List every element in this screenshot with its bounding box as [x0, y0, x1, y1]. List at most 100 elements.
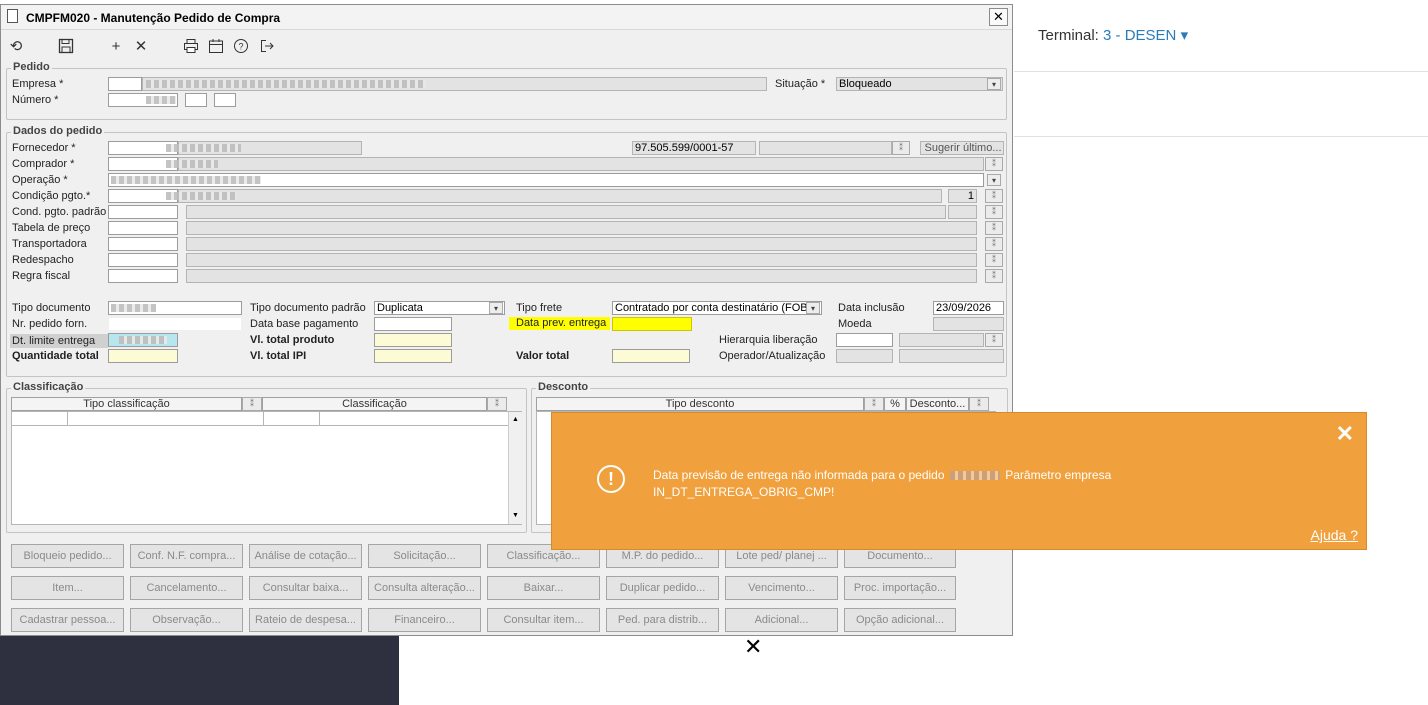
svg-text:?: ?	[238, 42, 243, 52]
action-button[interactable]: Observação...	[130, 608, 243, 632]
action-button[interactable]: Consultar baixa...	[249, 576, 362, 600]
print-icon[interactable]	[181, 38, 201, 56]
empresa-code-input[interactable]	[108, 77, 142, 91]
help-link[interactable]: Ajuda ?	[1311, 527, 1358, 543]
add-icon[interactable]: +	[106, 38, 126, 56]
chevron-down-icon[interactable]: ▾	[987, 174, 1001, 186]
valor-total-field	[612, 349, 690, 363]
operador-field	[836, 349, 893, 363]
window-close-button[interactable]: ✕	[989, 8, 1008, 26]
grid-header-desconto[interactable]: Desconto...	[906, 397, 969, 411]
grid-header-tipo-desconto[interactable]: Tipo desconto	[536, 397, 864, 411]
regra-input[interactable]	[108, 269, 178, 283]
transportadora-input[interactable]	[108, 237, 178, 251]
grid-header-tipo-classificacao[interactable]: Tipo classificação	[11, 397, 242, 411]
vl-produto-field	[374, 333, 452, 347]
classificacao-grid[interactable]: ▲ ▼	[11, 411, 522, 525]
toast-message-part1: Data previsão de entrega não informada p…	[653, 468, 945, 482]
action-button[interactable]: Bloqueio pedido...	[11, 544, 124, 568]
close-icon[interactable]: ✕	[1336, 421, 1354, 447]
blurred-text	[166, 160, 218, 168]
cond-padrao-input[interactable]	[108, 205, 178, 219]
search-icon[interactable]: ⁑	[969, 397, 989, 411]
action-button[interactable]: Proc. importação...	[844, 576, 956, 600]
blurred-text	[119, 336, 167, 344]
delete-icon[interactable]: ✕	[131, 38, 151, 56]
search-icon[interactable]: ⁑	[985, 189, 1003, 203]
action-button[interactable]: Financeiro...	[368, 608, 481, 632]
blurred-text	[166, 144, 241, 152]
grid-cell[interactable]	[264, 412, 320, 426]
action-button[interactable]: Consultar item...	[487, 608, 600, 632]
condicao-name-field	[178, 189, 942, 203]
tabela-input[interactable]	[108, 221, 178, 235]
terminal-dropdown[interactable]: 3 - DESEN ▾	[1103, 27, 1188, 44]
operacao-label: Operação *	[12, 174, 68, 186]
data-inclusao-label: Data inclusão	[838, 302, 905, 314]
grid-header-percent[interactable]: %	[884, 397, 906, 411]
chevron-down-icon[interactable]: ▾	[987, 78, 1001, 90]
action-button[interactable]: Cancelamento...	[130, 576, 243, 600]
tabela-label: Tabela de preço	[12, 222, 91, 234]
quantidade-field	[108, 349, 178, 363]
action-button[interactable]: Opção adicional...	[844, 608, 956, 632]
action-button[interactable]: Vencimento...	[725, 576, 838, 600]
data-prev-entrega-input[interactable]	[612, 317, 692, 331]
action-button[interactable]: Rateio de despesa...	[249, 608, 362, 632]
search-icon[interactable]: ⁑	[487, 397, 507, 411]
action-button[interactable]: Conf. N.F. compra...	[130, 544, 243, 568]
numero-part2-input[interactable]	[214, 93, 236, 107]
scroll-down-icon[interactable]: ▼	[512, 512, 519, 519]
numero-label: Número *	[12, 94, 59, 106]
scroll-up-icon[interactable]: ▲	[512, 416, 519, 423]
search-icon[interactable]: ⁑	[985, 253, 1003, 267]
search-icon[interactable]: ⁑	[242, 397, 262, 411]
grid-header-classificacao[interactable]: Classificação	[262, 397, 487, 411]
action-button[interactable]: Consulta alteração...	[368, 576, 481, 600]
transportadora-label: Transportadora	[12, 238, 87, 250]
search-icon[interactable]: ⁑	[985, 333, 1003, 347]
grid-cell[interactable]	[68, 412, 264, 426]
vl-ipi-field	[374, 349, 452, 363]
numero-part-input[interactable]	[185, 93, 207, 107]
search-icon[interactable]: ⁑	[985, 221, 1003, 235]
action-button[interactable]: Análise de cotação...	[249, 544, 362, 568]
tipo-frete-select[interactable]: Contratado por conta destinatário (FOB)	[612, 301, 822, 315]
search-icon[interactable]: ⁑	[985, 269, 1003, 283]
calendar-icon[interactable]	[206, 38, 226, 56]
action-button[interactable]: Baixar...	[487, 576, 600, 600]
classificacao-group-title: Classificação	[11, 381, 86, 393]
hierarquia-label: Hierarquia liberação	[719, 334, 818, 346]
action-button[interactable]: Duplicar pedido...	[606, 576, 719, 600]
search-icon[interactable]: ⁑	[985, 205, 1003, 219]
blurred-text	[111, 304, 156, 312]
action-button[interactable]: Adicional...	[725, 608, 838, 632]
sugerir-ultimo-button[interactable]: Sugerir último...	[920, 141, 1004, 155]
search-icon[interactable]: ⁑	[985, 157, 1003, 171]
grid-cell[interactable]	[320, 412, 508, 426]
action-button[interactable]: Solicitação...	[368, 544, 481, 568]
exit-icon[interactable]	[257, 38, 277, 56]
warning-toast: ✕ ! Data previsão de entrega não informa…	[551, 412, 1367, 550]
regra-label: Regra fiscal	[12, 270, 71, 282]
grid-cell[interactable]	[12, 412, 68, 426]
chevron-down-icon[interactable]: ▾	[806, 302, 820, 314]
hierarquia-input[interactable]	[836, 333, 893, 347]
action-button[interactable]: Cadastrar pessoa...	[11, 608, 124, 632]
refresh-icon[interactable]: ⟲	[6, 38, 26, 56]
data-inclusao-field[interactable]: 23/09/2026	[933, 301, 1004, 315]
save-icon[interactable]	[56, 38, 76, 56]
situacao-select[interactable]: Bloqueado	[836, 77, 1003, 91]
search-icon[interactable]: ⁑	[985, 237, 1003, 251]
vertical-scrollbar[interactable]: ▲ ▼	[508, 412, 522, 524]
chevron-down-icon[interactable]: ▾	[489, 302, 503, 314]
tipo-doc-padrao-select[interactable]: Duplicata	[374, 301, 505, 315]
action-button[interactable]: Item...	[11, 576, 124, 600]
action-button[interactable]: Ped. para distrib...	[606, 608, 719, 632]
redespacho-input[interactable]	[108, 253, 178, 267]
help-icon[interactable]: ?	[231, 38, 251, 56]
nr-pedido-input[interactable]	[108, 317, 242, 331]
search-icon[interactable]: ⁑	[864, 397, 884, 411]
search-icon[interactable]: ⁑	[892, 141, 910, 155]
data-base-input[interactable]	[374, 317, 452, 331]
